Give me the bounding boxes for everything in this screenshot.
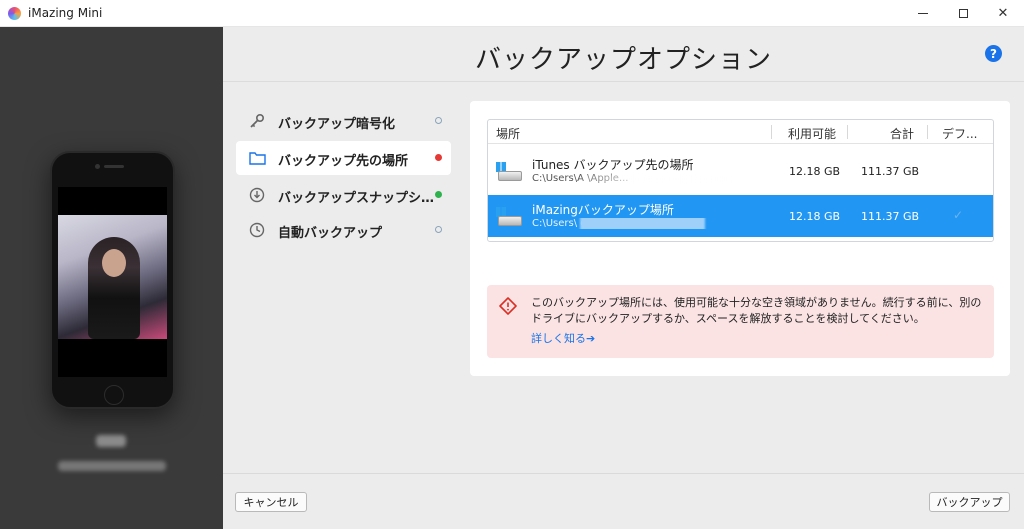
key-icon xyxy=(248,112,266,130)
sidebar-item-label: バックアップスナップショット xyxy=(278,191,436,206)
sidebar-item-label: バックアップ暗号化 xyxy=(278,117,396,132)
sidebar-item-snapshot[interactable]: バックアップスナップショット xyxy=(236,178,451,212)
warning-banner: このバックアップ場所には、使用可能な十分な空き領域がありません。続行する前に、別… xyxy=(487,285,994,358)
location-path: C:\Users\A \Apple... xyxy=(532,173,764,184)
total-space: 111.37 GB xyxy=(861,165,920,178)
phone-home-button xyxy=(104,385,124,405)
status-dot-icon xyxy=(435,226,442,233)
device-phone-image xyxy=(50,151,175,409)
sidebar-item-label: バックアップ先の場所 xyxy=(278,154,409,169)
status-dot-icon xyxy=(435,191,442,198)
status-dot-icon xyxy=(435,117,442,124)
column-header-location[interactable]: 場所 xyxy=(496,125,520,142)
location-card: 場所 利用可能 合計 デフ... iTunes バックアップ先の場所 C:\Us… xyxy=(470,101,1010,376)
warning-icon xyxy=(499,297,517,315)
main-content: バックアップオプション ? バックアップ暗号化 バックアップ先の場所 バックアッ… xyxy=(223,27,1024,529)
app-logo-icon xyxy=(8,7,21,20)
default-checkmark-icon[interactable]: ✓ xyxy=(953,208,963,222)
phone-camera xyxy=(95,164,100,169)
folder-icon xyxy=(248,149,266,167)
clock-icon xyxy=(248,221,266,239)
window-title: iMazing Mini xyxy=(28,6,103,20)
phone-screen xyxy=(58,187,167,377)
free-space: 12.18 GB xyxy=(789,165,841,178)
footer-divider xyxy=(223,473,1024,474)
cancel-button[interactable]: キャンセル xyxy=(235,492,307,512)
path-redaction xyxy=(580,218,705,229)
table-header: 場所 利用可能 合計 デフ... xyxy=(488,120,993,144)
close-icon: ✕ xyxy=(997,6,1009,21)
snapshot-icon xyxy=(248,186,266,204)
phone-wallpaper xyxy=(58,215,167,339)
column-header-free[interactable]: 利用可能 xyxy=(788,125,836,142)
path-redaction xyxy=(582,174,732,184)
minimize-icon xyxy=(918,13,928,14)
window-titlebar: iMazing Mini ✕ xyxy=(0,0,1024,27)
warning-message: このバックアップ場所には、使用可能な十分な空き領域がありません。続行する前に、別… xyxy=(531,296,982,325)
wallpaper-face xyxy=(102,249,126,277)
sidebar-item-label: 自動バックアップ xyxy=(278,226,383,241)
location-path: C:\Users\ oaming\iMazi... xyxy=(532,218,764,229)
column-header-total[interactable]: 合計 xyxy=(890,125,914,142)
phone-speaker xyxy=(104,165,124,168)
sidebar-item-location[interactable]: バックアップ先の場所 xyxy=(236,141,451,175)
page-title: バックアップオプション xyxy=(474,45,772,75)
device-name-blurred xyxy=(96,435,126,447)
help-icon[interactable]: ? xyxy=(985,45,1002,62)
free-space: 12.18 GB xyxy=(789,210,841,223)
sidebar-item-auto-backup[interactable]: 自動バックアップ xyxy=(236,213,451,247)
location-name: iTunes バックアップ先の場所 xyxy=(532,158,694,172)
learn-more-link[interactable]: 詳しく知る➔ xyxy=(531,330,595,346)
table-row[interactable]: iTunes バックアップ先の場所 C:\Users\A \Apple... 1… xyxy=(488,150,993,192)
status-dot-icon xyxy=(435,154,442,161)
drive-icon xyxy=(496,207,522,227)
location-table: 場所 利用可能 合計 デフ... iTunes バックアップ先の場所 C:\Us… xyxy=(487,119,994,242)
sidebar-item-encryption[interactable]: バックアップ暗号化 xyxy=(236,104,451,138)
column-header-default[interactable]: デフ... xyxy=(942,125,977,142)
maximize-icon xyxy=(958,9,968,18)
total-space: 111.37 GB xyxy=(861,210,920,223)
device-info-blurred xyxy=(58,461,166,471)
column-divider xyxy=(771,125,772,139)
device-panel xyxy=(0,27,223,529)
title-divider xyxy=(223,81,1024,82)
close-button[interactable]: ✕ xyxy=(980,0,1024,27)
column-divider xyxy=(847,125,848,139)
location-name: iMazingバックアップ場所 xyxy=(532,203,674,217)
column-divider xyxy=(927,125,928,139)
table-row[interactable]: iMazingバックアップ場所 C:\Users\ oaming\iMazi..… xyxy=(488,195,993,237)
drive-icon xyxy=(496,162,522,182)
backup-button[interactable]: バックアップ xyxy=(929,492,1010,512)
